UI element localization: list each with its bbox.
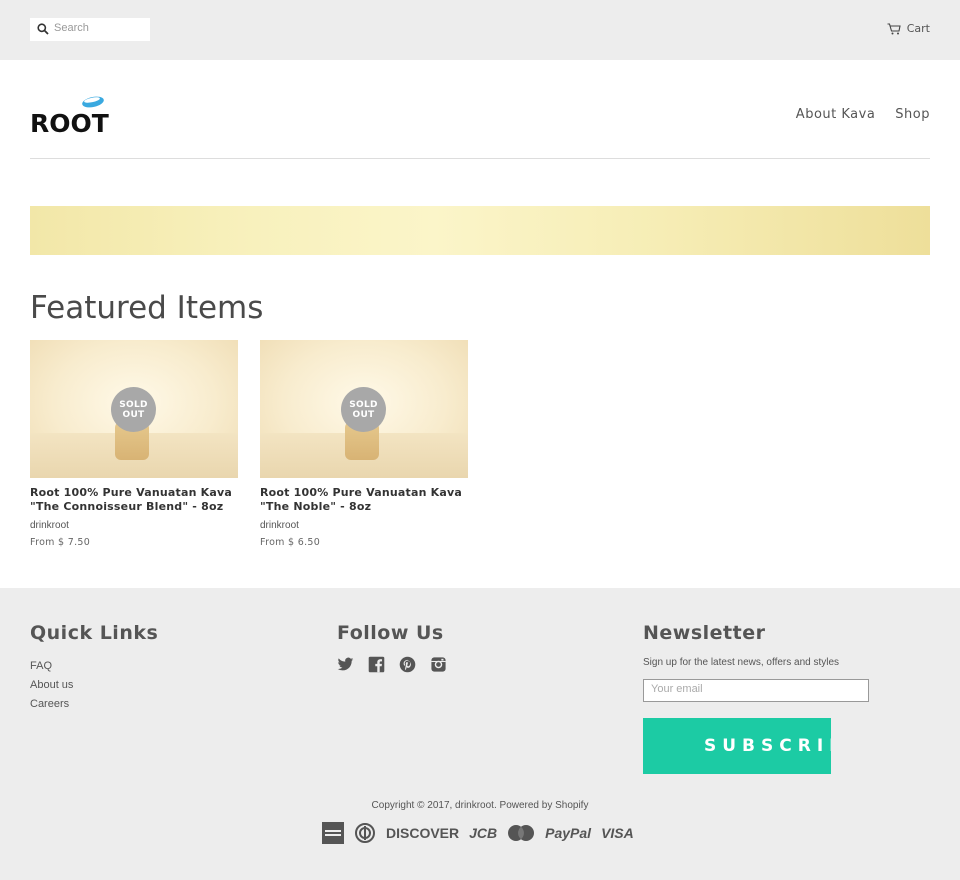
product-price: From $ 7.50 [30,537,91,548]
instagram-icon[interactable] [430,656,447,673]
product-title[interactable]: Root 100% Pure Vanuatan Kava "The Connoi… [30,486,238,514]
product-vendor: drinkroot [30,520,69,531]
hero-banner [30,206,930,255]
footer-link-about-us[interactable]: About us [30,676,73,695]
payment-icons: DISCOVER JCB PayPal VISA [322,822,634,844]
sold-out-badge: SOLD OUT [341,387,386,432]
top-bar: Search Cart [0,0,960,60]
subscribe-button[interactable]: SUBSCRIBE [643,718,831,774]
product-image[interactable]: SOLD OUT [260,340,468,478]
nav-about-kava[interactable]: About Kava [796,107,876,122]
newsletter-title: Newsletter [643,622,766,644]
footer-link-faq[interactable]: FAQ [30,657,73,676]
logo-text: ROOT [30,109,109,135]
newsletter-text: Sign up for the latest news, offers and … [643,657,840,668]
search-placeholder: Search [54,22,89,34]
sold-out-badge: SOLD OUT [111,387,156,432]
search-input[interactable]: Search [30,18,150,41]
product-card[interactable]: SOLD OUT Root 100% Pure Vanuatan Kava "Th… [30,340,238,548]
paypal-icon: PayPal [545,825,592,841]
search-icon [37,23,49,35]
email-field[interactable]: Your email [643,679,869,702]
diners-icon [355,823,375,843]
site-header: ROOT About Kava Shop [0,60,960,160]
product-image[interactable]: SOLD OUT [30,340,238,478]
footer-link-careers[interactable]: Careers [30,695,73,714]
social-links [337,656,447,673]
main-nav: About Kava Shop [796,107,930,122]
cart-icon [887,22,901,34]
quick-links-list: FAQ About us Careers [30,657,73,714]
discover-icon: DISCOVER [386,825,460,841]
product-vendor: drinkroot [260,520,299,531]
follow-us-title: Follow Us [337,622,444,644]
pinterest-icon[interactable] [399,656,416,673]
featured-title: Featured Items [30,290,264,326]
twitter-icon[interactable] [337,656,354,673]
cart-link[interactable]: Cart [887,22,930,35]
jcb-icon: JCB [469,825,498,841]
product-price: From $ 6.50 [260,537,321,548]
facebook-icon[interactable] [368,656,385,673]
site-footer: Quick Links FAQ About us Careers Follow … [0,588,960,880]
header-divider [30,158,930,159]
visa-icon: VISA [601,825,634,841]
amex-icon [322,822,344,844]
nav-shop[interactable]: Shop [895,107,930,122]
product-card[interactable]: SOLD OUT Root 100% Pure Vanuatan Kava "Th… [260,340,468,548]
quick-links-title: Quick Links [30,622,159,644]
mastercard-icon [508,825,535,841]
cart-label: Cart [906,22,930,35]
logo[interactable]: ROOT [30,95,110,139]
product-title[interactable]: Root 100% Pure Vanuatan Kava "The Noble"… [260,486,468,514]
copyright-text: Copyright © 2017, drinkroot. Powered by … [371,800,589,811]
